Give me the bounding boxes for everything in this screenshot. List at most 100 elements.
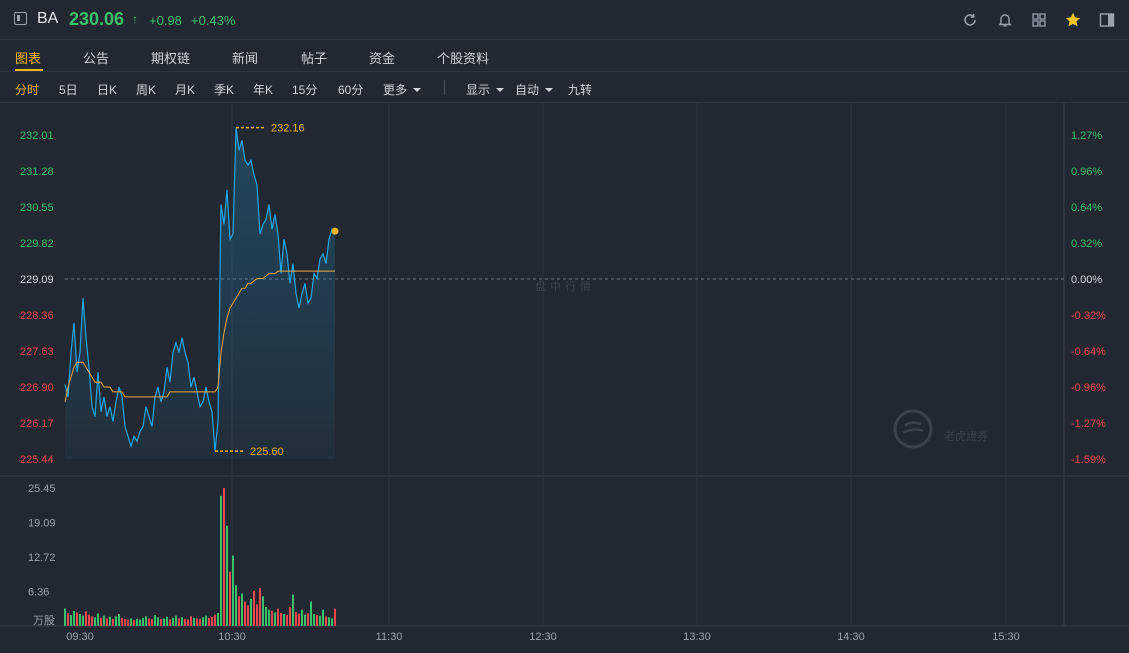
more-dropdown[interactable]: 更多	[383, 81, 422, 98]
sidebar-icon[interactable]	[1098, 11, 1116, 29]
volume-tick-label: 6.36	[28, 587, 49, 599]
tab-profile[interactable]: 个股资料	[437, 48, 489, 67]
last-price: 230.06	[69, 9, 125, 29]
volume-tick-label: 12.72	[28, 552, 56, 564]
tab-capital[interactable]: 资金	[369, 48, 395, 67]
bell-icon[interactable]	[996, 11, 1014, 29]
volume-bar	[169, 619, 171, 626]
volume-bar	[310, 601, 312, 626]
tab-chart[interactable]: 图表	[15, 48, 41, 67]
price-tick-label: 230.55	[20, 202, 54, 214]
volume-bar	[247, 605, 249, 626]
price-tick-label: 232.01	[20, 130, 54, 142]
display-dropdown[interactable]: 显示	[466, 81, 505, 98]
percent-tick-label: 0.32%	[1071, 238, 1102, 250]
period-5day[interactable]: 5日	[59, 81, 78, 98]
volume-bar	[262, 596, 264, 626]
active-tab-underline	[15, 69, 43, 71]
volume-bar	[238, 596, 240, 626]
period-intraday[interactable]: 分时	[15, 81, 39, 98]
percent-tick-label: -1.27%	[1071, 418, 1106, 430]
volume-bar	[313, 614, 315, 626]
volume-bar	[334, 608, 336, 626]
price-tick-label: 229.82	[20, 238, 54, 250]
volume-bar	[190, 616, 192, 626]
chevron-down-icon	[496, 88, 505, 92]
auto-dropdown[interactable]: 自动	[515, 81, 554, 98]
volume-bar	[100, 617, 102, 626]
period-quarterly[interactable]: 季K	[214, 81, 234, 98]
volume-bar	[205, 615, 207, 626]
volume-bar	[88, 614, 90, 626]
volume-bar	[175, 615, 177, 626]
period-daily[interactable]: 日K	[97, 81, 117, 98]
auto-label: 自动	[515, 83, 540, 97]
tab-posts[interactable]: 帖子	[301, 48, 327, 67]
ticker-symbol: BA	[37, 10, 59, 27]
period-weekly[interactable]: 周K	[136, 81, 156, 98]
volume-bar	[277, 608, 279, 626]
volume-bar	[76, 612, 78, 626]
low-price-label: 225.60	[250, 446, 284, 458]
volume-bar	[211, 616, 213, 626]
x-tick-label: 09:30	[66, 631, 94, 643]
volume-tick-label: 19.09	[28, 517, 56, 529]
percent-tick-label: -0.96%	[1071, 382, 1106, 394]
volume-bar	[232, 555, 234, 626]
up-arrow-icon: ↑	[132, 12, 138, 26]
volume-bar	[328, 617, 330, 626]
tab-option-chain[interactable]: 期权链	[151, 48, 190, 67]
volume-bar	[85, 611, 87, 626]
period-60min[interactable]: 60分	[338, 81, 363, 98]
volume-bar	[253, 590, 255, 626]
volume-bar	[172, 617, 174, 626]
volume-bar	[139, 619, 141, 626]
period-15min[interactable]: 15分	[292, 81, 317, 98]
percent-tick-label: -0.64%	[1071, 346, 1106, 358]
volume-bar	[148, 618, 150, 626]
period-monthly[interactable]: 月K	[175, 81, 195, 98]
volume-bar	[124, 618, 126, 626]
volume-bar	[196, 618, 198, 626]
price-tick-label: 227.63	[20, 346, 54, 358]
tab-news[interactable]: 新闻	[232, 48, 258, 67]
volume-bar	[274, 612, 276, 626]
period-yearly[interactable]: 年K	[253, 81, 273, 98]
volume-bar	[142, 617, 144, 626]
tab-announcements[interactable]: 公告	[83, 48, 109, 67]
volume-bar	[331, 618, 333, 626]
volume-bar	[280, 612, 282, 626]
volume-bar	[136, 618, 138, 626]
grid-icon[interactable]	[1030, 11, 1048, 29]
volume-bar	[151, 618, 153, 626]
star-icon[interactable]	[1064, 11, 1082, 29]
volume-bar	[244, 601, 246, 626]
x-tick-label: 14:30	[837, 631, 865, 643]
volume-bar	[64, 608, 66, 626]
panel-toggle-icon[interactable]	[14, 12, 27, 25]
volume-bar	[130, 618, 132, 626]
volume-bar	[157, 617, 159, 626]
volume-bar	[319, 615, 321, 626]
volume-bar	[187, 619, 189, 626]
volume-bar	[193, 617, 195, 626]
volume-bar	[259, 588, 261, 626]
volume-bar	[304, 614, 306, 626]
chevron-down-icon	[545, 88, 554, 92]
toolbar-divider	[444, 80, 445, 95]
percent-tick-label: -1.59%	[1071, 454, 1106, 466]
price-tick-label: 226.90	[20, 382, 54, 394]
top-bar: BA 230.06 ↑ +0.98 +0.43%	[0, 0, 1129, 40]
x-tick-label: 15:30	[992, 631, 1020, 643]
nine-turn-toggle[interactable]: 九转	[568, 81, 592, 98]
volume-bar	[184, 618, 186, 626]
volume-bar	[91, 616, 93, 626]
refresh-icon[interactable]	[961, 11, 979, 29]
volume-bar	[115, 616, 117, 626]
volume-bar	[292, 594, 294, 626]
volume-bar	[163, 618, 165, 626]
volume-bar	[295, 611, 297, 626]
volume-bar	[199, 618, 201, 626]
volume-bar	[178, 618, 180, 626]
intraday-chart[interactable]: 09:30 10:30 11:30 12:30 13:30 14:30 15:30 232.0…	[0, 103, 1129, 653]
